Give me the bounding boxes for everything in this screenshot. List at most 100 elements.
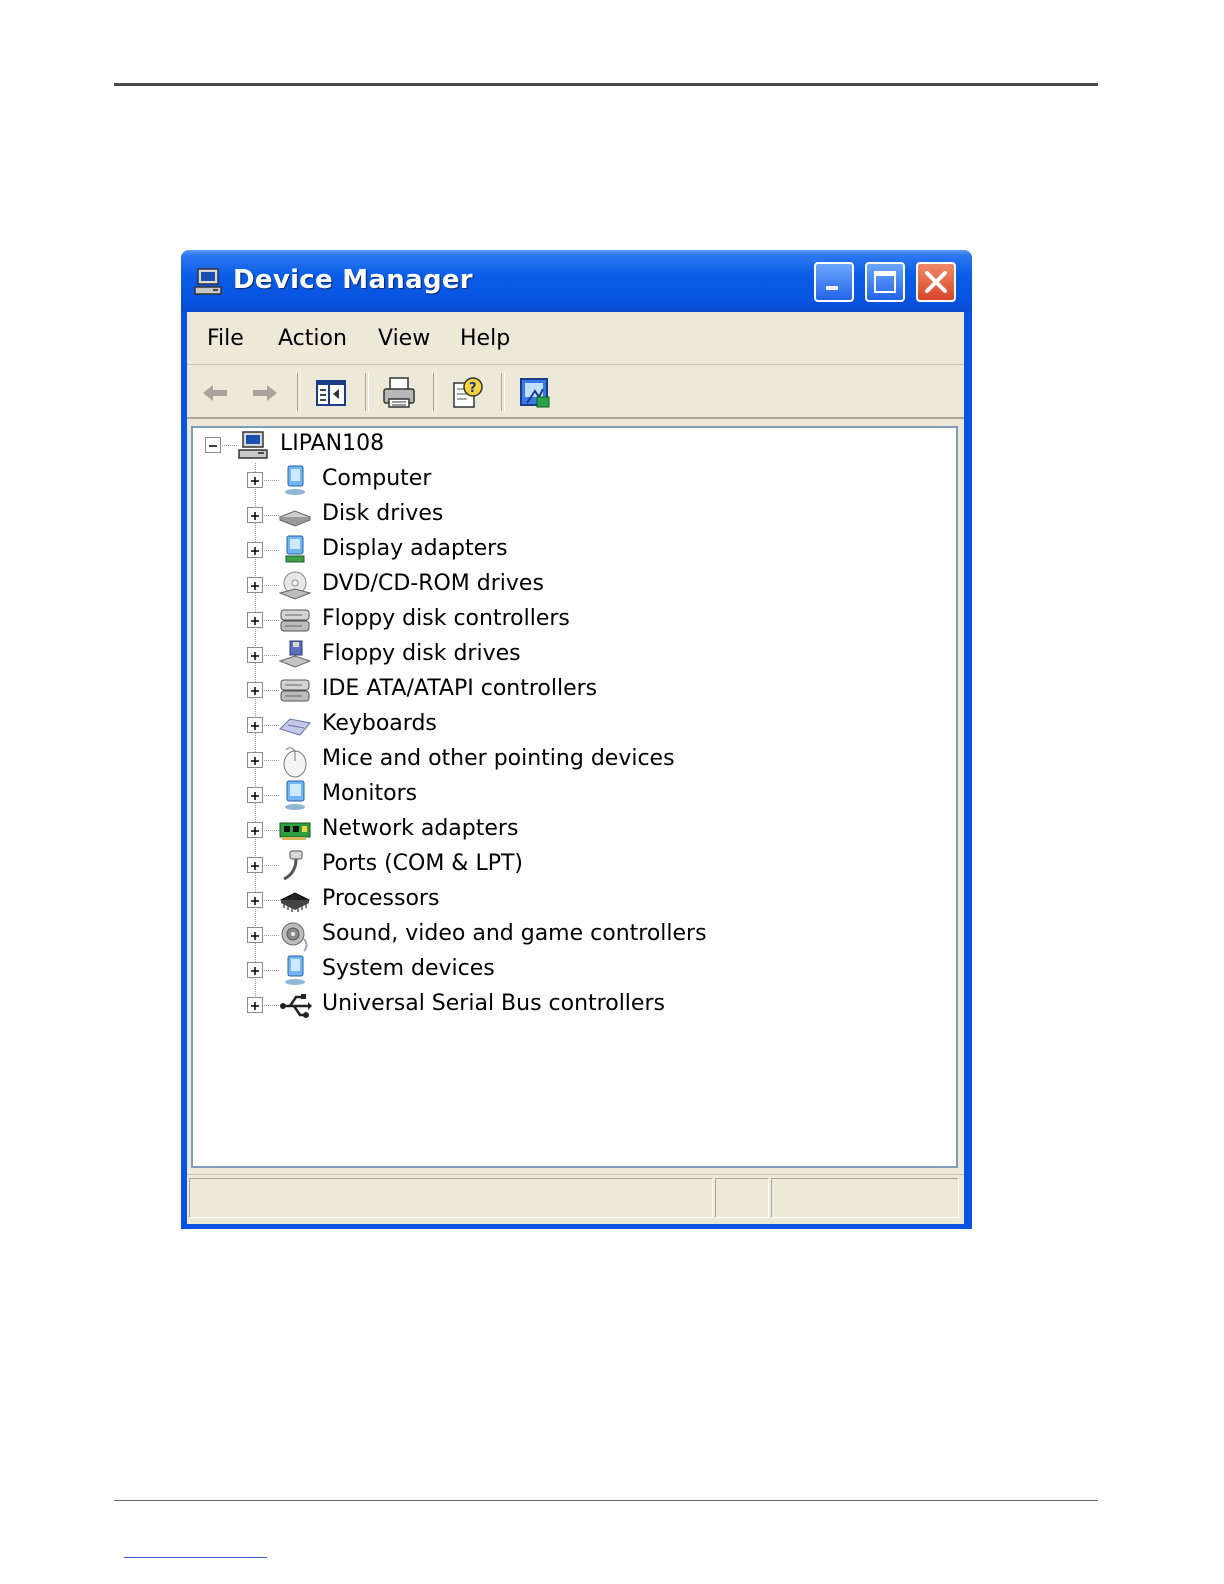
tree-root-label: LIPAN108 [280,431,385,456]
tree-item[interactable]: Computer [193,463,953,498]
tree-item[interactable]: Processors [193,883,953,918]
tree-item[interactable]: Monitors [193,778,953,813]
show-hide-tree-icon [316,380,346,406]
status-bar [187,1174,964,1224]
expand-icon[interactable] [247,612,263,628]
status-pane-main [189,1178,713,1218]
tree-item[interactable]: Keyboards [193,708,953,743]
controller-icon [280,609,310,632]
minimize-icon [826,286,838,290]
tree-item[interactable]: Display adapters [193,533,953,568]
device-tree[interactable]: LIPAN108 Computer Disk drives Display adap… [191,426,958,1168]
expand-icon[interactable] [247,647,263,663]
toolbar-separator [501,373,505,411]
tree-item[interactable]: Sound, video and game controllers [193,918,953,953]
show-hide-tree-button[interactable] [313,375,349,411]
computer-icon [238,431,268,459]
svg-text:?: ? [469,381,477,396]
tree-item[interactable]: IDE ATA/ATAPI controllers [193,673,953,708]
tree-item[interactable]: DVD/CD-ROM drives [193,568,953,603]
print-icon [383,377,415,408]
maximize-icon [874,271,896,293]
tree-item[interactable]: System devices [193,953,953,988]
collapse-icon[interactable] [205,437,221,453]
window-title: Device Manager [233,265,473,295]
disk-drive-icon [278,510,312,527]
expand-icon[interactable] [247,787,263,803]
tree-item-label: Universal Serial Bus controllers [322,991,665,1016]
tree-item[interactable]: Floppy disk controllers [193,603,953,638]
close-icon [925,271,947,293]
system-device-icon [285,955,305,985]
status-pane-small [715,1178,769,1218]
expand-icon[interactable] [247,717,263,733]
print-button[interactable] [381,375,417,411]
computer-icon [194,268,222,295]
tree-item[interactable]: Mice and other pointing devices [193,743,953,778]
menu-action[interactable]: Action [278,326,347,351]
update-driver-button[interactable] [517,375,553,411]
expand-icon[interactable] [247,472,263,488]
sound-icon [281,922,308,952]
toolbar: ? [187,365,964,419]
toolbar-separator [433,373,437,411]
update-driver-icon [520,378,550,408]
help-icon: ? [453,377,483,408]
expand-icon[interactable] [247,577,263,593]
expand-icon[interactable] [247,542,263,558]
close-button[interactable] [916,262,956,302]
expand-icon[interactable] [247,682,263,698]
tree-item-label: DVD/CD-ROM drives [322,571,544,596]
mouse-icon [283,747,307,778]
device-manager-window: Device Manager File Action View Help ? L… [181,250,972,1229]
keyboard-icon [279,718,311,736]
display-adapter-icon [285,535,305,563]
forward-icon [253,385,277,401]
title-bar[interactable]: Device Manager [181,250,972,312]
tree-item[interactable]: Network adapters [193,813,953,848]
page-bottom-rule [114,1500,1098,1501]
tree-item-label: IDE ATA/ATAPI controllers [322,676,598,701]
floppy-drive-icon [278,640,312,668]
maximize-button[interactable] [865,262,905,302]
monitor-icon [285,780,305,810]
tree-item-label: Monitors [322,781,418,806]
menu-file[interactable]: File [207,326,244,351]
port-icon [283,850,303,881]
forward-button[interactable] [247,375,283,411]
expand-icon[interactable] [247,822,263,838]
menu-bar: File Action View Help [187,312,964,365]
expand-icon[interactable] [247,997,263,1013]
back-button[interactable] [197,375,233,411]
expand-icon[interactable] [247,962,263,978]
expand-icon[interactable] [247,507,263,523]
expand-icon[interactable] [247,857,263,873]
cdrom-icon [278,571,312,600]
toolbar-separator [365,373,369,411]
footer-link-underline [124,1557,267,1558]
tree-item[interactable]: Ports (COM & LPT) [193,848,953,883]
minimize-button[interactable] [814,262,854,302]
computer-icon [285,465,305,495]
usb-icon [280,994,312,1018]
tree-item[interactable]: Disk drives [193,498,953,533]
tree-root-row[interactable]: LIPAN108 [193,428,953,463]
tree-item-label: Disk drives [322,501,444,526]
expand-icon[interactable] [247,892,263,908]
help-button[interactable]: ? [449,375,485,411]
toolbar-separator [297,373,301,411]
expand-icon[interactable] [247,927,263,943]
tree-item[interactable]: Floppy disk drives [193,638,953,673]
tree-item-label: Ports (COM & LPT) [322,851,523,876]
tree-item[interactable]: Universal Serial Bus controllers [193,988,953,1023]
status-pane-right [771,1178,959,1218]
menu-view[interactable]: View [378,326,430,351]
menu-help[interactable]: Help [460,326,510,351]
controller-icon [280,679,310,702]
network-adapter-icon [279,822,311,840]
back-icon [203,385,227,401]
expand-icon[interactable] [247,752,263,768]
tree-item-label: Display adapters [322,536,508,561]
processor-icon [279,892,311,912]
tree-item-label: Sound, video and game controllers [322,921,707,946]
